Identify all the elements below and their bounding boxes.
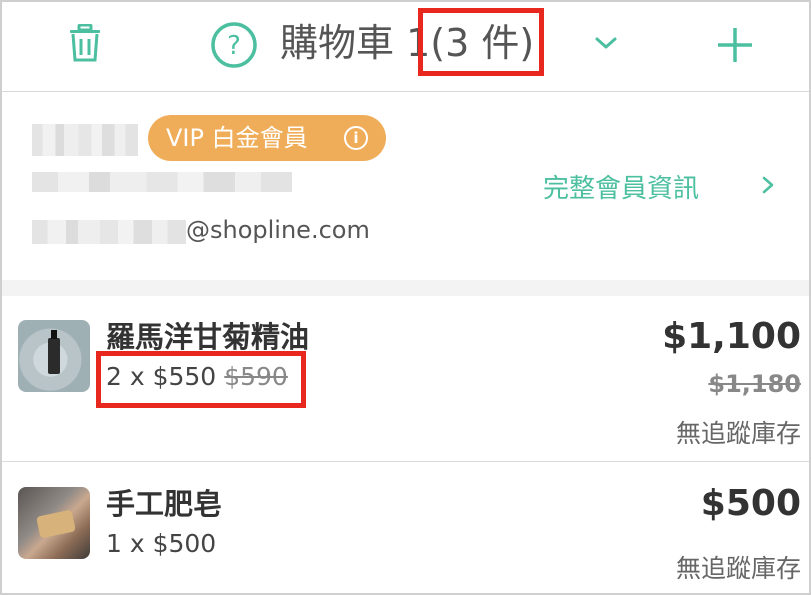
product-name: 手工肥皂 (106, 487, 223, 521)
cart-item[interactable]: 手工肥皂 1 x $500 $500 無追蹤庫存 (2, 463, 809, 593)
header-bar: ? 購物車 1(3 件) (2, 2, 809, 92)
member-phone-redacted (32, 172, 292, 192)
stock-status: 無追蹤庫存 (675, 554, 801, 583)
cart-title-label: 購物車 1 (280, 21, 431, 65)
chevron-right-icon (762, 176, 774, 194)
product-qty-price: 1 x $500 (106, 529, 216, 558)
chevron-down-icon[interactable] (594, 35, 618, 51)
soap-image (36, 509, 76, 539)
member-email-domain: @shopline.com (186, 216, 370, 244)
product-thumbnail (18, 320, 90, 392)
member-email-redacted (32, 220, 186, 244)
cart-item[interactable]: 羅馬洋甘菊精油 2 x $550 $590 $1,100 $1,180 無追蹤庫存 (2, 296, 809, 462)
full-member-info-label: 完整會員資訊 (543, 174, 700, 204)
member-info-section: VIP 白金會員 i 完整會員資訊 @shopline.com (2, 92, 809, 280)
oil-bottle-image (48, 330, 60, 374)
member-name-redacted (32, 124, 138, 156)
full-member-info-link[interactable]: 完整會員資訊 (543, 168, 774, 205)
cart-screen: ? 購物車 1(3 件) VIP 白金會員 i 完整會員資訊 @shopline… (0, 0, 811, 595)
cart-title[interactable]: 購物車 1(3 件) (280, 8, 545, 76)
item-original-total: $1,180 (708, 370, 801, 398)
svg-text:?: ? (227, 31, 241, 61)
plus-icon[interactable] (716, 26, 754, 64)
product-name: 羅馬洋甘菊精油 (106, 320, 310, 354)
info-icon[interactable]: i (344, 126, 368, 150)
item-total: $1,100 (662, 316, 801, 357)
cart-item-count: (3 件) (418, 8, 545, 76)
highlight-box (96, 351, 306, 408)
product-thumbnail (18, 487, 90, 559)
stock-status: 無追蹤庫存 (675, 419, 801, 448)
vip-badge[interactable]: VIP 白金會員 i (148, 115, 386, 161)
section-divider (2, 280, 809, 296)
trash-icon[interactable] (68, 24, 102, 62)
vip-badge-label: VIP 白金會員 (166, 124, 308, 152)
qty-price-text: 1 x $500 (106, 529, 217, 558)
help-icon[interactable]: ? (210, 21, 258, 69)
item-total: $500 (700, 483, 801, 524)
